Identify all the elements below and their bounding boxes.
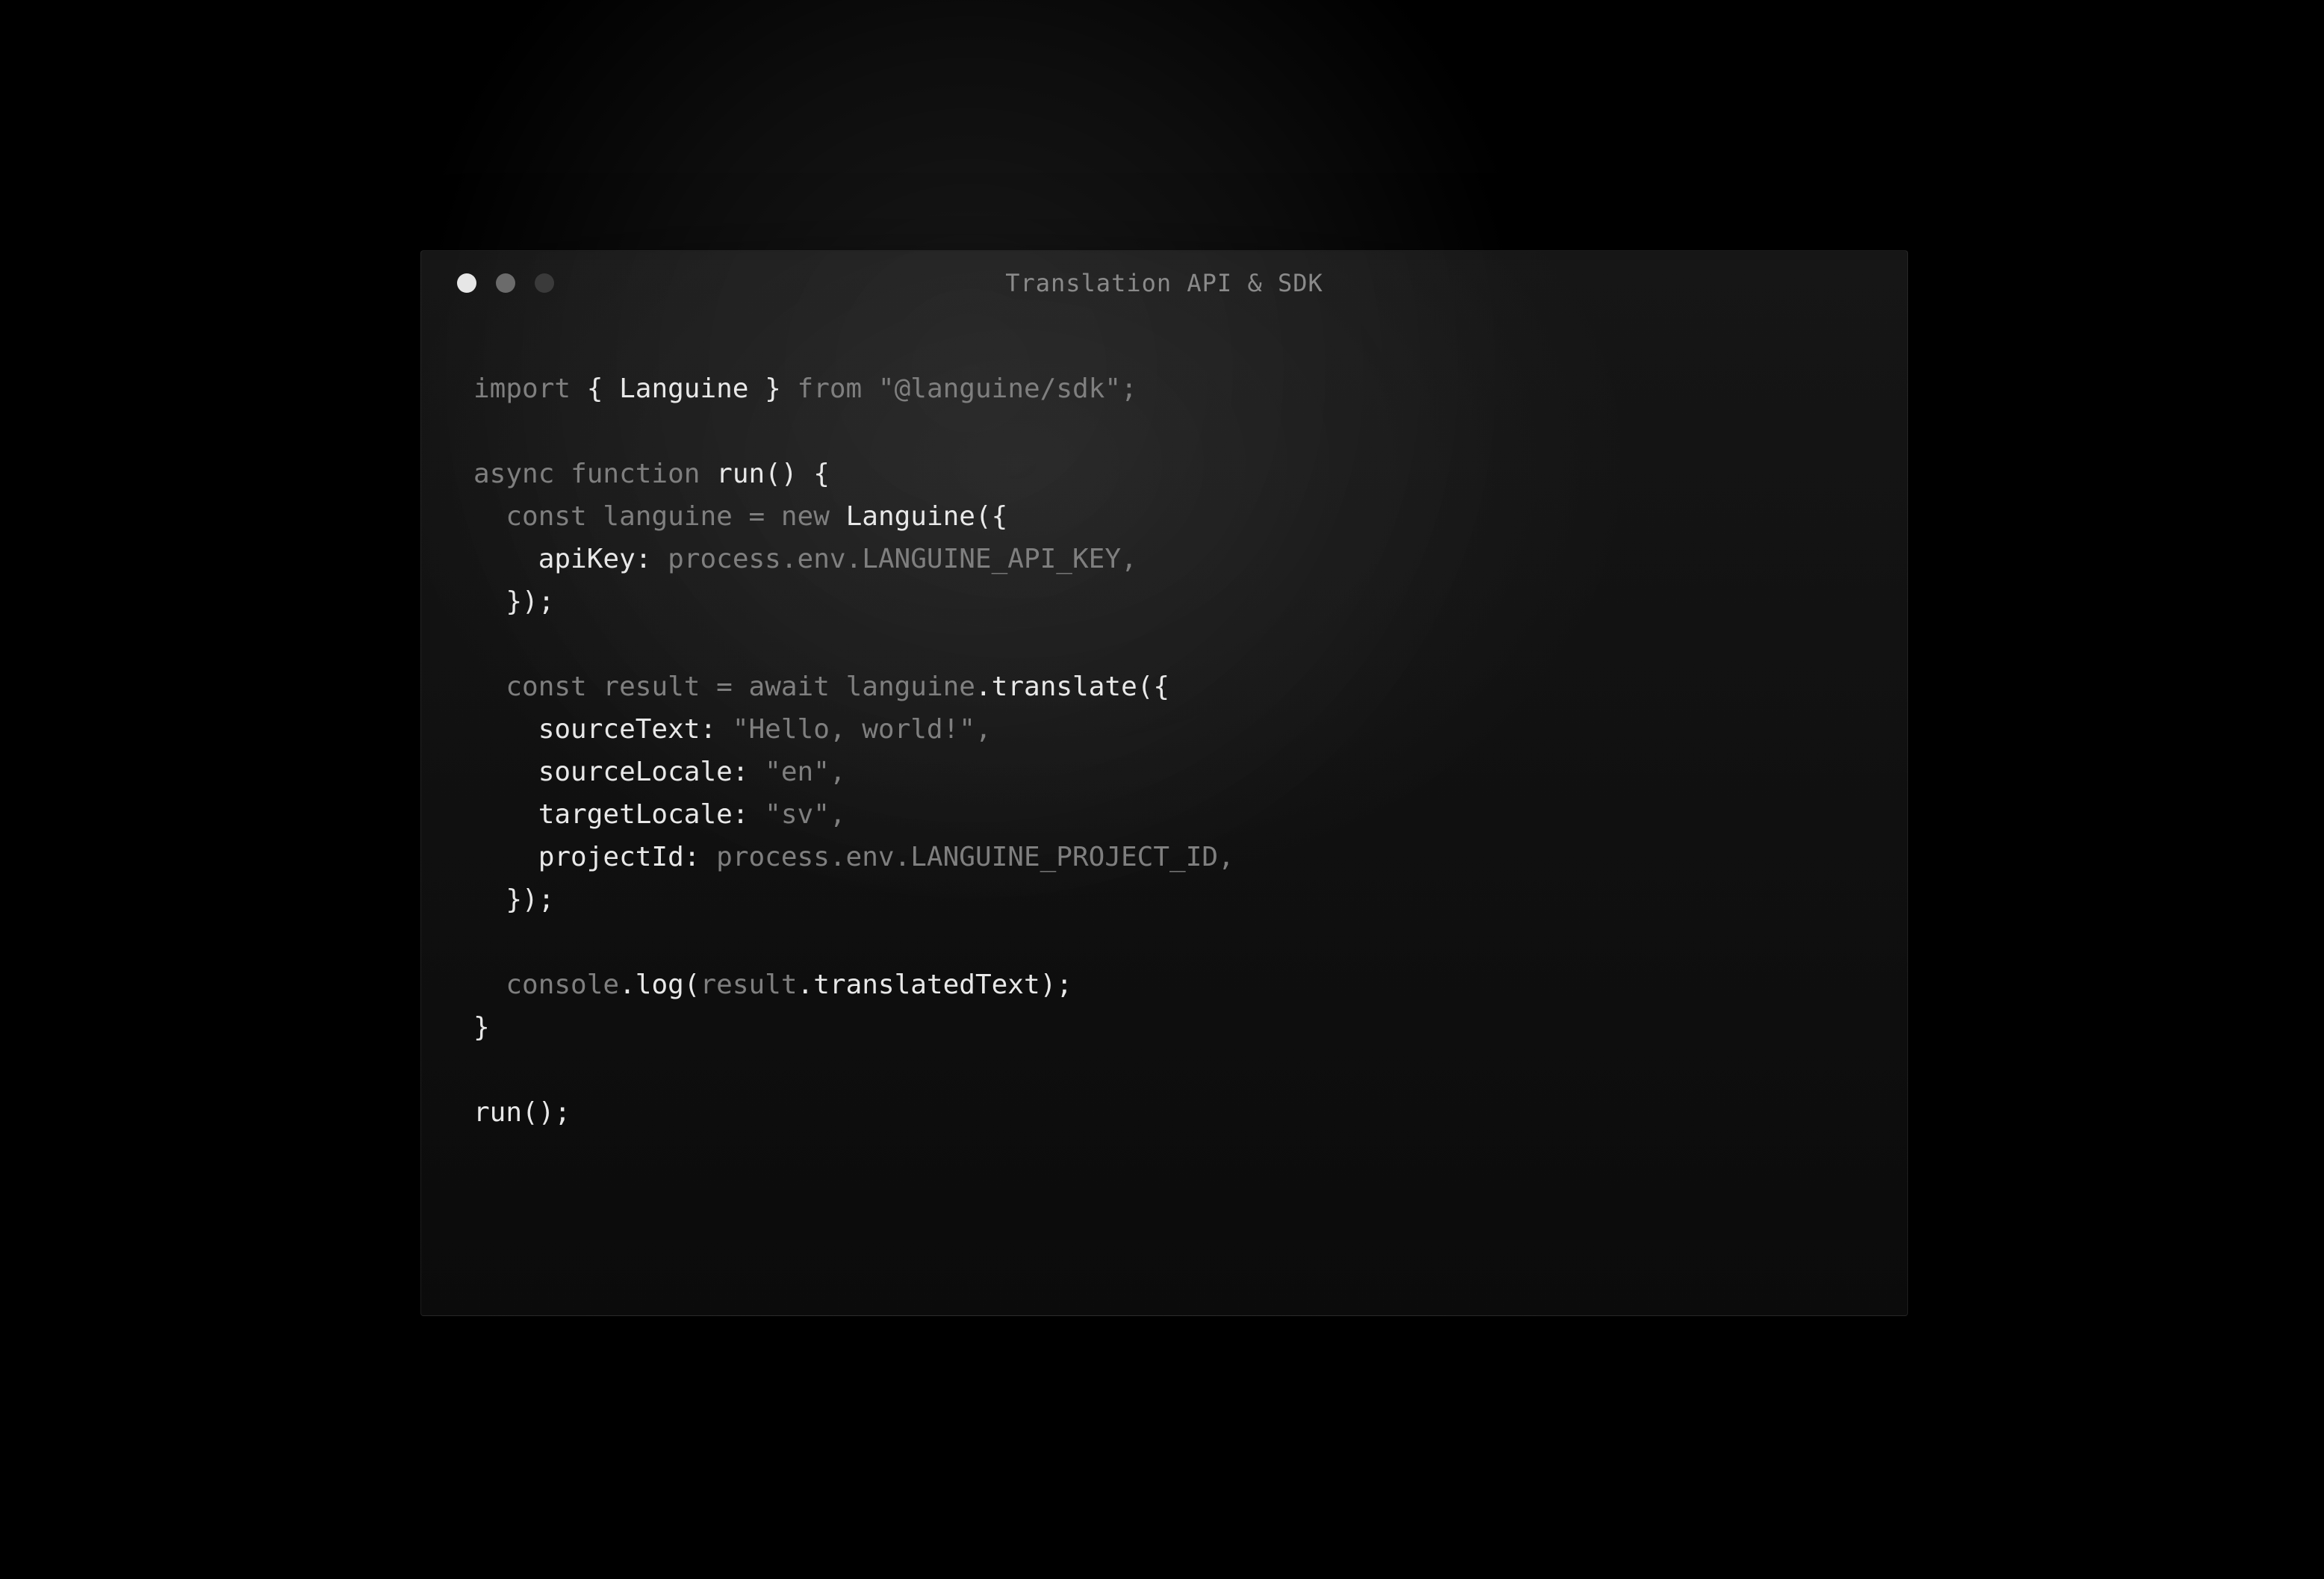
prop-apikey: apiKey <box>538 544 636 574</box>
kw-import: import <box>473 373 571 404</box>
ctor: Languine <box>846 501 975 532</box>
val-apikey: process.env.LANGUINE_API_KEY <box>668 544 1121 574</box>
callee: languine <box>846 671 975 702</box>
import-source: "@languine/sdk" <box>878 373 1121 404</box>
fn-name: run <box>716 459 765 489</box>
prop-sourcelocale: sourceLocale <box>538 757 733 787</box>
val-sourcelocale: "en" <box>765 757 830 787</box>
val-projectid: process.env.LANGUINE_PROJECT_ID <box>716 842 1218 872</box>
log-arg2: translatedText <box>813 970 1040 1000</box>
code-window: Translation API & SDK import { Languine … <box>420 250 1908 1316</box>
window-titlebar: Translation API & SDK <box>421 251 1907 315</box>
val-targetlocale: "sv" <box>765 799 830 830</box>
console-obj: console <box>506 970 619 1000</box>
method-translate: translate <box>992 671 1137 702</box>
var-result: result <box>603 671 700 702</box>
log-arg1: result <box>700 970 797 1000</box>
code-block: import { Languine } from "@languine/sdk"… <box>421 315 1907 1134</box>
console-method: log <box>636 970 684 1000</box>
prop-projectid: projectId <box>538 842 684 872</box>
call-run: run <box>473 1097 522 1128</box>
val-sourcetext: "Hello, world!" <box>733 714 975 745</box>
prop-sourcetext: sourceText <box>538 714 700 745</box>
import-name: Languine <box>619 373 748 404</box>
window-title: Translation API & SDK <box>421 269 1907 297</box>
prop-targetlocale: targetLocale <box>538 799 733 830</box>
